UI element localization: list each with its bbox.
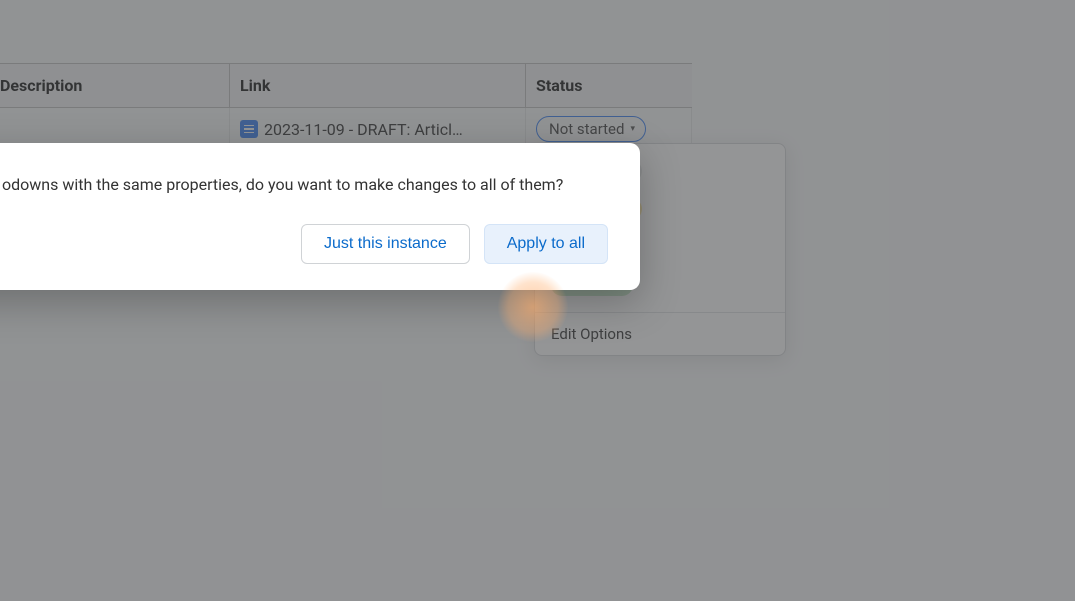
just-this-instance-button[interactable]: Just this instance (301, 224, 470, 264)
modal-backdrop (0, 0, 1075, 601)
modal-button-row: Just this instance Apply to all (0, 224, 610, 264)
confirmation-modal: odowns with the same properties, do you … (0, 143, 640, 290)
apply-to-all-button[interactable]: Apply to all (484, 224, 608, 264)
modal-message: odowns with the same properties, do you … (0, 175, 610, 194)
